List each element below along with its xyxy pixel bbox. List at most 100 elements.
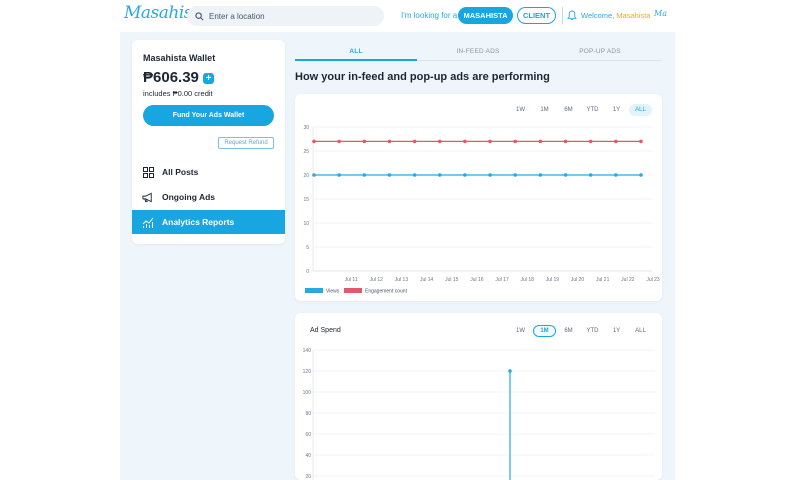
data-point: [362, 139, 367, 144]
range-6m[interactable]: 6M: [557, 325, 580, 337]
y-tick-label: 60: [305, 432, 311, 438]
wallet-title: Masahista Wallet: [143, 53, 216, 63]
data-point: [639, 139, 643, 144]
data-point: [488, 173, 492, 177]
search-icon: [195, 11, 204, 20]
y-tick-label: 140: [303, 348, 312, 354]
range-6m[interactable]: 6M: [557, 104, 580, 116]
sidebar-item-label: Ongoing Ads: [162, 192, 216, 202]
range-1m[interactable]: 1M: [533, 104, 556, 116]
x-tick-label: Jul 13: [395, 277, 409, 283]
x-tick-label: Jul 23: [646, 277, 660, 283]
y-tick-label: 80: [305, 411, 311, 417]
x-tick-label: Jul 18: [521, 277, 535, 283]
x-tick-label: Jul 15: [445, 277, 459, 283]
sidebar-item-label: All Posts: [162, 167, 199, 177]
y-tick-label: 5: [306, 245, 309, 251]
fund-wallet-button[interactable]: Fund Your Ads Wallet: [143, 105, 274, 126]
data-point: [463, 139, 467, 144]
range-1w[interactable]: 1W: [509, 104, 532, 116]
data-point: [362, 173, 367, 177]
x-tick-label: Jul 19: [546, 277, 560, 283]
wallet-balance: ₱606.39: [143, 69, 199, 86]
range-1y[interactable]: 1Y: [605, 104, 628, 116]
chart-icon: [142, 216, 154, 228]
legend-swatch-views: [305, 288, 323, 293]
y-tick-label: 10: [303, 221, 309, 227]
y-tick-label: 20: [303, 173, 309, 179]
bell-icon[interactable]: [567, 10, 577, 21]
x-tick-label: Jul 16: [470, 277, 484, 283]
y-tick-label: 40: [305, 453, 311, 459]
add-funds-plus-icon[interactable]: +: [203, 73, 214, 84]
data-point: [437, 173, 442, 177]
tab-in-feed-ads[interactable]: IN-FEED ADS: [417, 40, 539, 62]
ad-spend-line-chart: 20 40 60 80 100 120 140: [303, 348, 655, 480]
x-tick-label: Jul 20: [571, 277, 585, 283]
request-refund-button[interactable]: Request Refund: [218, 137, 274, 149]
header-divider: [562, 7, 563, 24]
masahista-button[interactable]: MASAHISTA: [458, 7, 513, 24]
top-header: Masahista I'm looking for a MASAHISTA CL…: [0, 0, 800, 32]
data-point: [337, 173, 341, 177]
x-tick-label: Jul 14: [420, 277, 434, 283]
client-button[interactable]: CLIENT: [517, 7, 556, 24]
ad-type-tabs: ALL IN-FEED ADS POP-UP ADS: [295, 40, 661, 62]
range-1m[interactable]: 1M: [533, 325, 556, 337]
data-point: [563, 139, 568, 144]
data-point: [538, 139, 543, 144]
legend-label-views: Views: [326, 289, 340, 295]
range-ytd[interactable]: YTD: [581, 325, 604, 337]
x-tick-label: Jul 11: [345, 277, 358, 283]
data-point: [513, 139, 518, 144]
megaphone-icon: [142, 191, 154, 203]
data-point: [508, 369, 512, 373]
data-point: [412, 173, 417, 177]
location-input[interactable]: [209, 11, 369, 21]
data-point: [412, 139, 417, 144]
y-tick-label: 120: [303, 369, 312, 375]
range-ytd[interactable]: YTD: [581, 104, 604, 116]
x-tick-label: Jul 12: [370, 277, 384, 283]
data-point: [588, 139, 593, 144]
data-point: [563, 173, 568, 177]
grid-icon: [142, 166, 154, 178]
welcome-text: Welcome, Masahista: [581, 11, 650, 20]
x-tick-label: Jul 21: [596, 277, 610, 283]
data-point: [437, 139, 442, 144]
sidebar-item-ongoing-ads[interactable]: Ongoing Ads: [132, 185, 285, 209]
y-tick-label: 15: [303, 197, 309, 203]
y-tick-label: 0: [306, 269, 309, 275]
data-point: [538, 173, 543, 177]
data-point: [488, 139, 492, 144]
legend-swatch-engagement: [344, 288, 362, 293]
ad-spend-title: Ad Spend: [310, 327, 341, 334]
credit-note: includes ₱0.00 credit: [143, 89, 213, 98]
sidebar-item-all-posts[interactable]: All Posts: [132, 160, 285, 184]
chart2-range-selector: 1W 1M 6M YTD 1Y ALL: [508, 325, 652, 337]
range-1y[interactable]: 1Y: [605, 325, 628, 337]
wallet-sidebar: Masahista Wallet ₱606.39 + includes ₱0.0…: [132, 40, 285, 244]
data-point: [463, 173, 467, 177]
page-title: How your in-feed and pop-up ads are perf…: [295, 71, 550, 83]
data-point: [312, 139, 316, 144]
data-point: [312, 173, 316, 177]
ad-spend-chart-card: Ad Spend 1W 1M 6M YTD 1Y ALL 20 40 60 80 100 120 14…: [295, 313, 662, 480]
y-tick-label: 30: [303, 125, 309, 131]
tab-active-indicator: [295, 59, 417, 61]
location-search[interactable]: [187, 6, 384, 26]
range-all[interactable]: ALL: [629, 325, 652, 337]
y-tick-label: 20: [305, 474, 311, 480]
looking-for-label: I'm looking for a: [401, 11, 458, 20]
welcome-prefix: Welcome,: [581, 11, 617, 20]
range-1w[interactable]: 1W: [509, 325, 532, 337]
performance-chart-card: 1W 1M 6M YTD 1Y ALL 0 5 10 15 20 25 30 Jul 11 Jul 12 J…: [295, 94, 662, 301]
range-all[interactable]: ALL: [629, 104, 652, 116]
y-tick-label: 100: [303, 390, 312, 396]
tab-pop-up-ads[interactable]: POP-UP ADS: [539, 40, 661, 62]
avatar[interactable]: Ma: [654, 9, 667, 18]
data-point: [387, 173, 392, 177]
data-point: [614, 139, 618, 144]
sidebar-item-label: Analytics Reports: [162, 217, 235, 227]
sidebar-item-analytics-reports[interactable]: Analytics Reports: [132, 210, 285, 234]
